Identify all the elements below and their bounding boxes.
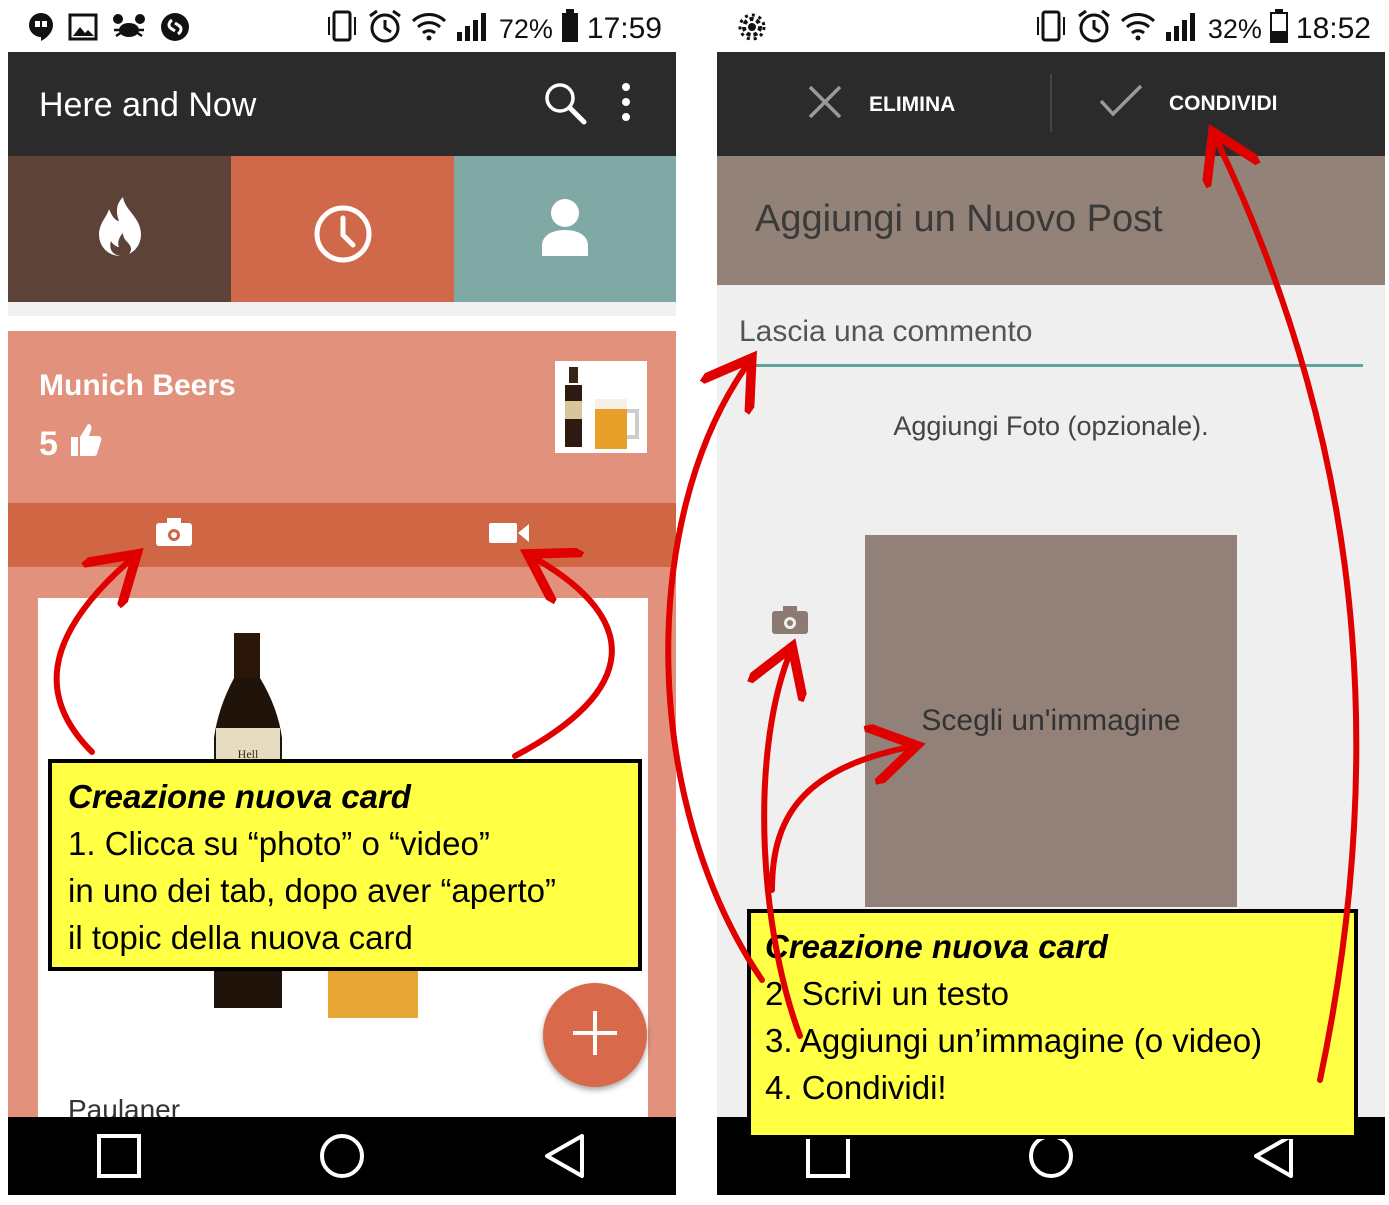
choose-image-button[interactable]: Scegli un'immagine bbox=[865, 535, 1237, 907]
category-tabs bbox=[8, 156, 676, 316]
annotation-line: in uno dei tab, dopo aver “aperto” bbox=[68, 872, 556, 909]
wifi-icon bbox=[1120, 11, 1156, 48]
media-action-bar bbox=[8, 503, 676, 567]
vibrate-icon bbox=[1034, 9, 1068, 50]
vibrate-icon bbox=[325, 9, 359, 50]
add-button[interactable] bbox=[543, 983, 647, 1087]
phone-screen-main-feed: 72% 17:59 Here and Now Munich Beers 5 He… bbox=[8, 5, 676, 1195]
action-divider bbox=[1050, 74, 1052, 132]
annotation-title: Creazione nuova card bbox=[765, 928, 1108, 965]
plus-icon bbox=[571, 1009, 619, 1062]
app-title: Here and Now bbox=[39, 86, 257, 124]
camera-icon[interactable] bbox=[771, 605, 809, 640]
annotation-line: 1. Clicca su “photo” o “video” bbox=[68, 825, 490, 862]
search-icon[interactable] bbox=[542, 80, 588, 131]
checkmark-icon bbox=[1099, 84, 1143, 124]
overflow-menu-icon[interactable] bbox=[620, 82, 632, 127]
hangouts-notification-icon bbox=[28, 12, 54, 47]
annotation-line: il topic della nuova card bbox=[68, 919, 413, 956]
crab-notification-icon bbox=[112, 12, 146, 47]
clock-time: 17:59 bbox=[586, 12, 662, 45]
shazam-notification-icon bbox=[160, 12, 190, 47]
close-icon bbox=[807, 84, 843, 126]
status-bar: 72% 17:59 bbox=[8, 5, 676, 52]
comment-input[interactable]: Lascia una commento bbox=[739, 315, 1033, 349]
alarm-icon bbox=[1076, 8, 1112, 51]
like-count[interactable]: 5 bbox=[39, 423, 102, 466]
camera-icon[interactable] bbox=[155, 517, 193, 552]
share-button[interactable]: CONDIVIDI bbox=[1099, 84, 1278, 124]
signal-icon bbox=[1164, 10, 1200, 49]
annotation-line: 4. Condividi! bbox=[765, 1069, 947, 1106]
gallery-notification-icon bbox=[68, 13, 98, 46]
home-button[interactable] bbox=[312, 1126, 372, 1186]
share-label: CONDIVIDI bbox=[1169, 92, 1278, 115]
thumbs-up-icon bbox=[70, 423, 102, 466]
video-camera-icon[interactable] bbox=[488, 521, 530, 550]
wifi-icon bbox=[411, 11, 447, 48]
clock-time: 18:52 bbox=[1295, 12, 1371, 45]
delete-button[interactable]: ELIMINA bbox=[807, 84, 955, 126]
back-button[interactable] bbox=[535, 1126, 595, 1186]
battery-icon bbox=[1269, 8, 1288, 50]
add-photo-hint: Aggiungi Foto (opzionale). bbox=[893, 411, 1209, 441]
tab-recent[interactable] bbox=[231, 156, 454, 316]
comment-input-underline bbox=[739, 364, 1363, 367]
action-bar: ELIMINA CONDIVIDI bbox=[717, 52, 1385, 156]
signal-icon bbox=[455, 10, 491, 49]
annotation-title: Creazione nuova card bbox=[68, 778, 411, 815]
choose-image-label: Scegli un'immagine bbox=[921, 704, 1181, 737]
person-icon bbox=[540, 198, 590, 261]
recent-apps-button[interactable] bbox=[89, 1126, 149, 1186]
annotation-line: 3. Aggiungi un’immagine (o video) bbox=[765, 1022, 1263, 1059]
tab-profile[interactable] bbox=[454, 156, 676, 302]
tab-popular[interactable] bbox=[8, 156, 231, 302]
status-bar: 32% 18:52 bbox=[717, 5, 1385, 52]
tabs-divider bbox=[8, 302, 676, 316]
beer-thumbnail-image bbox=[555, 361, 647, 453]
system-nav-bar bbox=[8, 1117, 676, 1195]
settings-notification-icon bbox=[737, 12, 767, 47]
battery-percent: 32% bbox=[1207, 13, 1262, 44]
app-bar: Here and Now bbox=[8, 52, 676, 156]
annotation-steps-2-4: Creazione nuova card 2. Scrivi un testo … bbox=[747, 909, 1358, 1139]
annotation-line: 2. Scrivi un testo bbox=[765, 975, 1009, 1012]
delete-label: ELIMINA bbox=[869, 93, 956, 116]
annotation-step1: Creazione nuova card 1. Clicca su “photo… bbox=[48, 759, 642, 971]
alarm-icon bbox=[367, 8, 403, 51]
page-header: Aggiungi un Nuovo Post bbox=[717, 156, 1385, 285]
clock-icon bbox=[313, 204, 373, 269]
like-count-value: 5 bbox=[39, 425, 58, 463]
card-title: Munich Beers bbox=[39, 369, 236, 402]
battery-percent: 72% bbox=[498, 13, 553, 44]
battery-icon bbox=[561, 8, 579, 50]
page-title: Aggiungi un Nuovo Post bbox=[755, 198, 1163, 240]
flame-icon bbox=[95, 195, 145, 264]
